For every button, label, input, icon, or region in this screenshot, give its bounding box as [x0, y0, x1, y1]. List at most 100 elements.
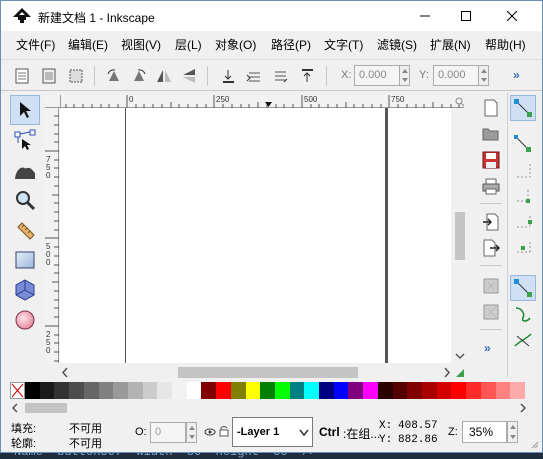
fill-value[interactable]: 不可用	[69, 420, 102, 436]
snap-bbox-button[interactable]	[510, 131, 536, 157]
color-swatch[interactable]	[348, 382, 364, 399]
color-swatch[interactable]	[451, 382, 467, 399]
palette-scroll-right-icon[interactable]	[518, 401, 528, 415]
menu-object[interactable]: 对象(O)	[215, 36, 256, 53]
snap-bbox-edge-button[interactable]	[510, 157, 536, 183]
save-button[interactable]	[480, 149, 502, 171]
flip-horizontal-button[interactable]	[153, 65, 175, 87]
color-swatch[interactable]	[289, 382, 305, 399]
minimize-button[interactable]	[402, 1, 448, 31]
zoom-input[interactable]: 35%	[462, 421, 507, 443]
scroll-right-icon[interactable]	[442, 365, 452, 380]
raise-to-top-button[interactable]	[296, 65, 318, 87]
zoom-spinner[interactable]	[507, 421, 518, 443]
select-all-layers-button[interactable]	[38, 65, 60, 87]
resize-grip-icon[interactable]	[531, 441, 539, 449]
rotate-cw-button[interactable]	[128, 65, 150, 87]
commands-overflow-button[interactable]: »	[484, 341, 491, 355]
tweak-tool[interactable]	[10, 155, 40, 185]
3d-box-tool[interactable]	[10, 275, 40, 305]
color-swatch[interactable]	[201, 382, 217, 399]
color-swatch[interactable]	[69, 382, 84, 399]
color-swatch[interactable]	[392, 382, 408, 399]
color-swatch[interactable]	[466, 382, 481, 399]
vertical-scrollbar[interactable]	[452, 108, 468, 363]
node-tool[interactable]	[10, 125, 40, 155]
color-swatch[interactable]	[245, 382, 261, 399]
color-swatch[interactable]	[54, 382, 70, 399]
menu-extensions[interactable]: 扩展(N)	[430, 36, 471, 53]
scroll-down-icon[interactable]	[452, 351, 468, 361]
color-swatch[interactable]	[216, 382, 231, 399]
color-swatch[interactable]	[127, 382, 143, 399]
deselect-button[interactable]	[65, 65, 87, 87]
horizontal-scrollbar[interactable]	[60, 365, 466, 380]
zoom-tool[interactable]	[10, 185, 40, 215]
close-button[interactable]	[489, 1, 535, 31]
color-swatch[interactable]	[142, 382, 158, 399]
color-swatch[interactable]	[186, 382, 202, 399]
y-coord-spinner[interactable]	[478, 65, 489, 86]
maximize-button[interactable]	[443, 1, 489, 31]
rotate-ccw-button[interactable]	[103, 65, 125, 87]
snap-intersections-button[interactable]	[510, 327, 536, 353]
snap-bbox-corner-button[interactable]	[510, 183, 536, 209]
lower-button[interactable]	[243, 65, 265, 87]
menu-view[interactable]: 视图(V)	[121, 36, 161, 53]
ellipse-tool[interactable]	[10, 305, 40, 335]
selector-tool[interactable]	[10, 95, 40, 125]
undo-button[interactable]	[480, 275, 502, 297]
rectangle-tool[interactable]	[10, 245, 40, 275]
menu-text[interactable]: 文字(T)	[324, 36, 363, 53]
redo-button[interactable]	[480, 301, 502, 323]
raise-button[interactable]	[269, 65, 291, 87]
color-swatch[interactable]	[274, 382, 290, 399]
palette-scroll-left-icon[interactable]	[10, 401, 20, 415]
layer-selector[interactable]: -Layer 1	[232, 417, 313, 447]
palette-scroll-thumb[interactable]	[25, 403, 67, 413]
zoom-corner-button[interactable]	[453, 95, 467, 108]
snap-bbox-midpoint-button[interactable]	[510, 209, 536, 235]
color-swatch[interactable]	[25, 382, 40, 399]
menu-filters[interactable]: 滤镜(S)	[377, 36, 417, 53]
layer-visibility-icon[interactable]	[204, 426, 216, 438]
scroll-left-icon[interactable]	[60, 365, 70, 380]
menu-file[interactable]: 文件(F)	[16, 36, 55, 53]
color-swatch[interactable]	[495, 382, 511, 399]
color-swatch[interactable]	[407, 382, 422, 399]
color-swatch[interactable]	[304, 382, 320, 399]
title-bar[interactable]: 新建文档 1 - Inkscape	[1, 1, 542, 31]
snap-nodes-button[interactable]	[510, 275, 536, 301]
color-swatch[interactable]	[510, 382, 525, 399]
drawing-canvas[interactable]	[60, 108, 451, 363]
snap-bbox-center-button[interactable]	[510, 235, 536, 261]
color-swatch[interactable]	[39, 382, 55, 399]
color-swatch[interactable]	[421, 382, 437, 399]
vertical-scroll-thumb[interactable]	[455, 212, 465, 260]
color-swatch[interactable]	[230, 382, 246, 399]
color-swatch[interactable]	[157, 382, 173, 399]
color-swatch[interactable]	[436, 382, 452, 399]
palette-scrollbar[interactable]	[10, 401, 537, 415]
x-coord-spinner[interactable]	[399, 65, 410, 86]
color-swatch[interactable]	[319, 382, 334, 399]
opacity-input[interactable]: 0	[150, 422, 186, 443]
stroke-value[interactable]: 不可用	[69, 435, 102, 451]
color-swatch[interactable]	[333, 382, 349, 399]
select-all-button[interactable]	[11, 65, 33, 87]
color-swatch[interactable]	[363, 382, 378, 399]
menu-path[interactable]: 路径(P)	[271, 36, 311, 53]
flip-vertical-button[interactable]	[178, 65, 200, 87]
measure-tool[interactable]	[10, 215, 40, 245]
menu-edit[interactable]: 编辑(E)	[68, 36, 108, 53]
open-button[interactable]	[480, 123, 502, 145]
color-swatch[interactable]	[98, 382, 114, 399]
color-swatch[interactable]	[260, 382, 275, 399]
color-swatch[interactable]	[113, 382, 128, 399]
no-paint-swatch[interactable]	[10, 382, 25, 399]
lower-to-bottom-button[interactable]	[217, 65, 239, 87]
vertical-ruler[interactable]: 750 500 250	[45, 108, 59, 363]
toolbar-overflow-button[interactable]: »	[513, 68, 520, 82]
color-swatch[interactable]	[83, 382, 99, 399]
menu-layer[interactable]: 层(L)	[175, 36, 202, 53]
